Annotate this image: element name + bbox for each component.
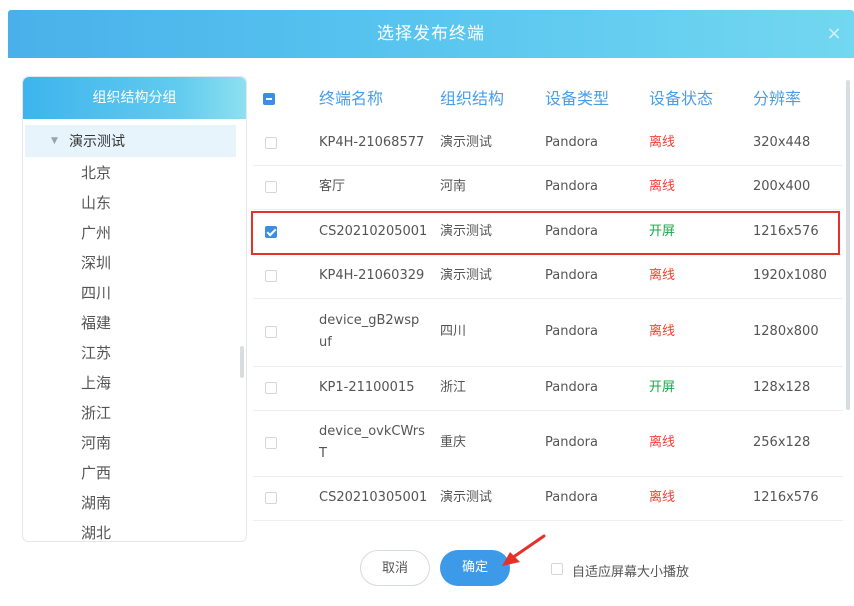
column-header-status: 设备状态 xyxy=(649,89,714,108)
cell-org: 重庆 xyxy=(440,435,467,450)
cell-org: 演示测试 xyxy=(440,268,493,283)
tree-node-label: 演示测试 xyxy=(69,134,125,150)
column-header-resolution: 分辨率 xyxy=(753,89,802,108)
cell-status: 离线 xyxy=(649,324,676,339)
cell-name: 客厅 xyxy=(319,179,346,194)
cell-type: Pandora xyxy=(545,134,598,150)
row-checkbox[interactable] xyxy=(265,382,277,394)
dialog-header: 选择发布终端 × xyxy=(8,10,854,58)
cell-type: Pandora xyxy=(545,179,598,194)
table-row[interactable]: CS20210205001 演示测试 Pandora 开屏 1216x576 xyxy=(253,209,843,255)
org-panel-header: 组织结构分组 xyxy=(23,77,246,119)
tree-node-root[interactable]: ▼ 演示测试 xyxy=(25,125,236,157)
cell-resolution: 1216x576 xyxy=(753,223,819,239)
cell-type: Pandora xyxy=(545,324,598,339)
row-checkbox[interactable] xyxy=(265,437,277,449)
column-header-org: 组织结构 xyxy=(440,89,505,108)
cell-name: KP4H-21060329 xyxy=(319,268,425,283)
tree-node-child[interactable]: 江苏 xyxy=(81,339,111,369)
tree-node-child[interactable]: 湖北 xyxy=(81,519,111,541)
cell-name-line: T xyxy=(319,446,327,461)
cell-status: 离线 xyxy=(649,134,676,150)
tree-node-child[interactable]: 深圳 xyxy=(81,249,111,279)
cell-org: 河南 xyxy=(440,179,467,194)
cell-type: Pandora xyxy=(545,435,598,450)
tree-node-child[interactable]: 山东 xyxy=(81,189,111,219)
table-row[interactable]: device_gB2wspuf 四川 Pandora 离线 1280x800 xyxy=(253,298,843,367)
tree-node-child[interactable]: 上海 xyxy=(81,369,111,399)
row-checkbox[interactable] xyxy=(265,492,277,504)
close-icon[interactable]: × xyxy=(824,24,844,44)
cell-org: 演示测试 xyxy=(440,134,493,150)
cell-org: 四川 xyxy=(440,324,467,339)
table-row[interactable]: 客厅 河南 Pandora 离线 200x400 xyxy=(253,165,843,210)
cell-name-line: device_gB2wsp xyxy=(319,313,420,328)
table-row[interactable]: KP4H-21060329 演示测试 Pandora 离线 1920x1080 xyxy=(253,254,843,299)
cell-type: Pandora xyxy=(545,490,598,505)
cell-status: 开屏 xyxy=(649,223,676,239)
caret-down-icon[interactable]: ▼ xyxy=(51,136,63,146)
tree-node-child[interactable]: 广西 xyxy=(81,459,111,489)
cell-resolution: 128x128 xyxy=(753,380,811,395)
tree-node-child[interactable]: 四川 xyxy=(81,279,111,309)
cell-type: Pandora xyxy=(545,380,598,395)
cell-status: 离线 xyxy=(649,490,676,505)
cell-resolution: 1216x576 xyxy=(753,490,819,505)
adaptive-label: 自适应屏幕大小播放 xyxy=(572,565,690,580)
tree-node-child[interactable]: 河南 xyxy=(81,429,111,459)
cancel-button[interactable]: 取消 xyxy=(360,550,430,586)
device-table: 终端名称 组织结构 设备类型 设备状态 分辨率 KP4H-21068577 演示测… xyxy=(253,78,843,540)
cell-org: 演示测试 xyxy=(440,490,493,505)
dialog-title: 选择发布终端 xyxy=(377,24,485,44)
table-row[interactable]: KP4H-21068577 演示测试 Pandora 离线 320x448 xyxy=(253,120,843,166)
row-checkbox[interactable] xyxy=(265,270,277,282)
cell-status: 离线 xyxy=(649,179,676,194)
table-row[interactable]: KP1-21100015 浙江 Pandora 开屏 128x128 xyxy=(253,366,843,411)
org-panel-scrollbar[interactable] xyxy=(240,346,244,378)
table-row[interactable]: device_ovkCWrs T 重庆 Pandora 离线 256x128 xyxy=(253,410,843,477)
cell-resolution: 1920x1080 xyxy=(753,268,827,283)
table-row[interactable]: CS20210305001 演示测试 Pandora 离线 1216x576 xyxy=(253,476,843,521)
cell-resolution: 320x448 xyxy=(753,134,811,150)
tree-node-child[interactable]: 湖南 xyxy=(81,489,111,519)
cell-name-line: uf xyxy=(319,335,332,350)
org-panel: 组织结构分组 ▼ 演示测试 北京 山东 广州 深圳 四川 福建 江苏 上海 浙江 河南 广西 湖南 湖北 xyxy=(22,76,247,542)
cell-status: 离线 xyxy=(649,268,676,283)
cell-org: 浙江 xyxy=(440,380,467,395)
tree-node-child[interactable]: 广州 xyxy=(81,219,111,249)
row-checkbox[interactable] xyxy=(265,326,277,338)
cell-resolution: 256x128 xyxy=(753,435,811,450)
tree-children: 北京 山东 广州 深圳 四川 福建 江苏 上海 浙江 河南 广西 湖南 湖北 xyxy=(81,159,111,541)
tree-node-child[interactable]: 福建 xyxy=(81,309,111,339)
column-header-name: 终端名称 xyxy=(319,89,384,108)
select-all-checkbox[interactable] xyxy=(263,93,275,105)
column-header-type: 设备类型 xyxy=(545,89,610,108)
tree-node-child[interactable]: 浙江 xyxy=(81,399,111,429)
row-checkbox[interactable] xyxy=(265,136,277,149)
cell-name: CS20210205001 xyxy=(319,223,428,239)
row-checkbox[interactable] xyxy=(265,225,277,238)
cell-name: KP1-21100015 xyxy=(319,380,415,395)
cell-type: Pandora xyxy=(545,223,598,239)
cell-resolution: 1280x800 xyxy=(753,324,819,339)
cell-org: 演示测试 xyxy=(440,223,493,239)
adaptive-checkbox[interactable] xyxy=(551,563,563,575)
cell-resolution: 200x400 xyxy=(753,179,811,194)
table-header: 终端名称 组织结构 设备类型 设备状态 分辨率 xyxy=(253,78,843,120)
cell-status: 离线 xyxy=(649,435,676,450)
table-scrollbar[interactable] xyxy=(846,80,850,410)
row-checkbox[interactable] xyxy=(265,181,277,193)
cell-name: KP4H-21068577 xyxy=(319,134,425,150)
tree-node-child[interactable]: 北京 xyxy=(81,159,111,189)
cell-status: 开屏 xyxy=(649,380,676,395)
annotation-arrow-icon xyxy=(502,534,546,566)
cell-name-line: device_ovkCWrs xyxy=(319,424,425,439)
cell-name: CS20210305001 xyxy=(319,490,428,505)
cell-type: Pandora xyxy=(545,268,598,283)
